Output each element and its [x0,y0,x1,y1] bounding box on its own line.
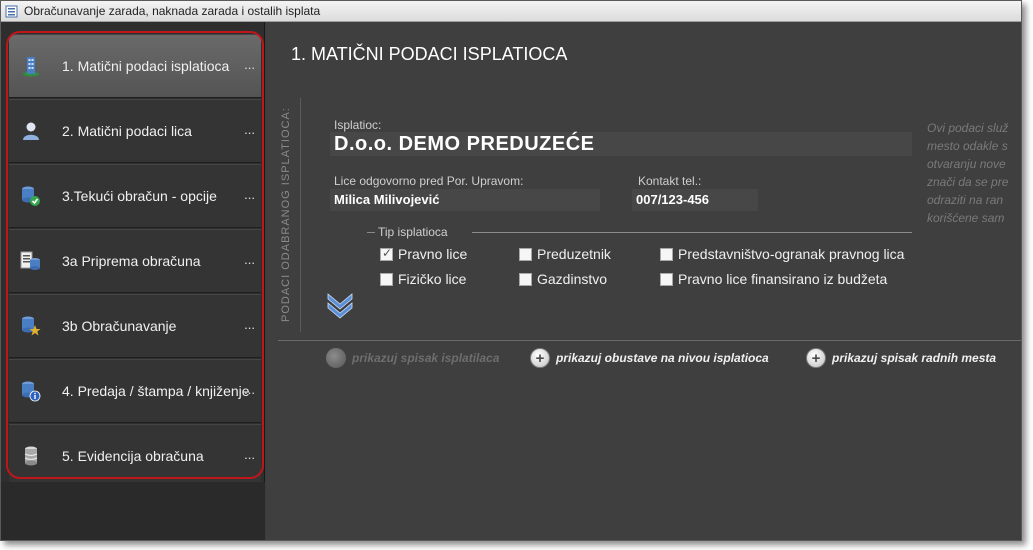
sidebar-item-dots: ... [244,382,255,397]
checkbox-box[interactable] [660,247,673,261]
database-info-icon [20,380,42,402]
title-bar: Obračunavanje zarada, naknada zarada i o… [1,1,1021,22]
expand-chevron-icon[interactable] [325,290,355,320]
person-icon [20,120,42,142]
checkbox-box[interactable] [660,272,673,286]
sidebar-item-dots: ... [244,57,255,72]
sidebar-item-label: 4. Predaja / štampa / knjiženje [62,383,250,399]
lice-label: Lice odgovorno pred Por. Upravom: [334,174,524,188]
lice-value: Milica Milivojević [334,192,440,207]
checkbox-pravno-lice-budzet[interactable]: Pravno lice finansirano iz budžeta [660,271,887,287]
disabled-circle-icon [326,348,346,368]
section-divider [300,98,301,332]
sidebar-item-dots: ... [244,252,255,267]
sidebar-item-dots: ... [244,447,255,462]
checkbox-preduzetnik[interactable]: Preduzetnik [519,246,611,262]
info-line: korišćene sam [927,211,1005,225]
app-icon [5,5,18,18]
database-icon [20,445,42,467]
info-text: Ovi podaci služ mesto odakle s otvaranju… [927,119,1021,227]
tip-legend: Tip isplatioca [378,225,448,239]
action-label: prikazuj spisak radnih mesta [832,351,997,365]
actions-separator [278,340,1021,341]
app-window: Obračunavanje zarada, naknada zarada i o… [0,0,1022,541]
database-star-icon [20,315,42,337]
fieldset-line-left [367,232,375,233]
sidebar-item-label: 3a Priprema obračuna [62,253,201,269]
database-check-icon [20,185,42,207]
sidebar-item-label: 2. Matični podaci lica [62,123,192,139]
sidebar-footer [1,482,265,540]
isplatioc-value: D.o.o. DEMO PREDUZEĆE [334,133,595,155]
checkbox-gazdinstvo[interactable]: Gazdinstvo [519,271,607,287]
section-vertical-label: PODACI ODABRANOG ISPLATIOCA: [280,107,292,322]
kontakt-value: 007/123-456 [636,192,710,207]
action-spisak-isplatilaca[interactable]: prikazuj spisak isplatilaca [326,348,499,368]
sidebar-item-label: 5. Evidencija obračuna [62,448,204,464]
plus-circle-icon: + [806,348,826,368]
sidebar-item-maticni-lica[interactable]: 2. Matični podaci lica ... [9,99,261,163]
building-icon [20,55,42,77]
info-line: znači da se pre [927,175,1009,189]
fieldset-line-right [472,232,912,233]
checkbox-label: Fizičko lice [398,271,467,287]
sidebar-item-dots: ... [244,187,255,202]
info-line: Ovi podaci služ [927,121,1009,135]
checkbox-box[interactable] [380,272,393,286]
checkbox-label: Preduzetnik [537,246,611,262]
action-label: prikazuj spisak isplatilaca [352,351,500,365]
info-line: otvaranju nove [927,157,1006,171]
plus-circle-icon: + [530,348,550,368]
sidebar-item-predaja[interactable]: 4. Predaja / štampa / knjiženje ... [9,359,261,423]
checkbox-box[interactable] [519,247,532,261]
database-list-icon [20,250,42,272]
checkbox-box[interactable] [519,272,532,286]
sidebar-item-label: 1. Matični podaci isplatioca [62,58,230,74]
checkbox-predstavnistvo[interactable]: Predstavništvo-ogranak pravnog lica [660,246,904,262]
kontakt-label: Kontakt tel.: [638,174,702,188]
info-line: mesto odakle s [927,139,1008,153]
action-obustave[interactable]: + prikazuj obustave na nivou isplatioca [530,348,769,368]
sidebar-item-dots: ... [244,317,255,332]
action-radna-mesta[interactable]: + prikazuj spisak radnih mesta [806,348,996,368]
checkbox-label: Pravno lice finansirano iz budžeta [678,271,888,287]
main-panel: 1. MATIČNI PODACI ISPLATIOCA PODACI ODAB… [266,22,1021,540]
window-title: Obračunavanje zarada, naknada zarada i o… [24,4,321,18]
sidebar-item-maticni-isplatioca[interactable]: 1. Matični podaci isplatioca ... [9,34,261,98]
checkbox-fizicko-lice[interactable]: Fizičko lice [380,271,466,287]
checkbox-box[interactable] [380,246,393,261]
sidebar-item-priprema[interactable]: 3a Priprema obračuna ... [9,229,261,293]
checkbox-pravno-lice[interactable]: Pravno lice [380,246,467,262]
sidebar-nav: 1. Matični podaci isplatioca ... 2. Mati… [1,22,265,540]
isplatioc-label: Isplatioc: [334,118,382,132]
action-label: prikazuj obustave na nivou isplatioca [556,351,769,365]
checkbox-label: Pravno lice [398,246,468,262]
sidebar-item-label: 3.Tekući obračun - opcije [62,188,217,204]
sidebar-item-evidencija[interactable]: 5. Evidencija obračuna ... [9,424,261,488]
info-line: odraziti na ran [927,193,1004,207]
page-title: 1. MATIČNI PODACI ISPLATIOCA [291,44,568,64]
sidebar-item-tekuci-obracun[interactable]: 3.Tekući obračun - opcije ... [9,164,261,228]
sidebar-item-obracunavanje[interactable]: 3b Obračunavanje ... [9,294,261,358]
checkbox-label: Predstavništvo-ogranak pravnog lica [678,246,905,262]
checkbox-label: Gazdinstvo [537,271,608,287]
sidebar-item-dots: ... [244,122,255,137]
sidebar-item-label: 3b Obračunavanje [62,318,177,334]
